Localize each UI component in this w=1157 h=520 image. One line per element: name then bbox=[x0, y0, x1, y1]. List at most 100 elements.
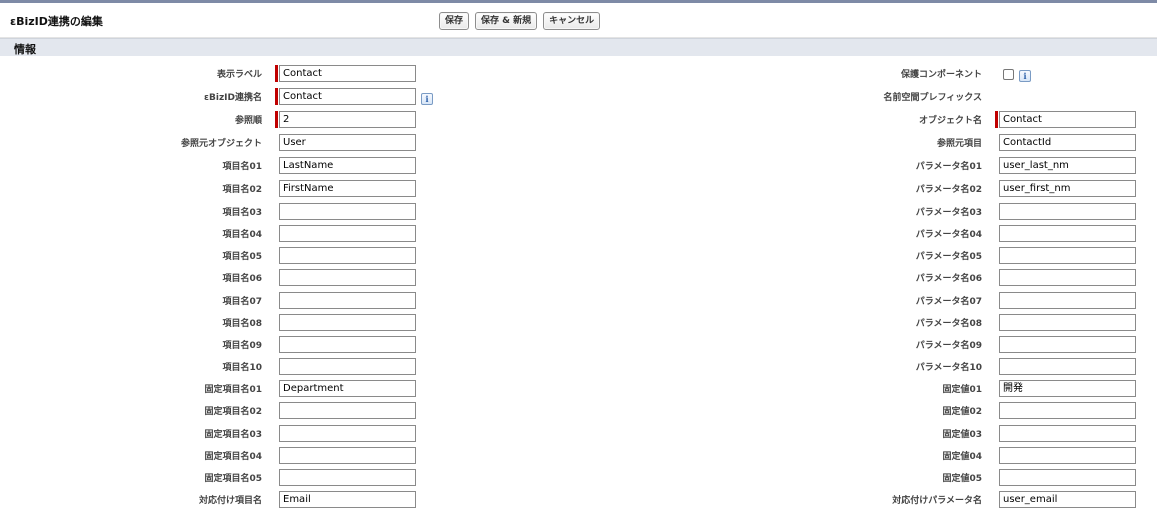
fixed-value-input[interactable] bbox=[999, 425, 1136, 442]
fixed-value-input[interactable] bbox=[999, 447, 1136, 464]
mapping-item-name-input[interactable]: Email bbox=[279, 491, 416, 508]
reference-order-label: 参照順 bbox=[234, 116, 262, 126]
info-icon[interactable]: i bbox=[1019, 70, 1031, 82]
page-title: εBizID連携の編集 bbox=[10, 15, 103, 28]
button-group: 保存 保存 & 新規 キャンセル bbox=[439, 12, 601, 30]
fixed-item-name-input[interactable]: Department bbox=[279, 380, 416, 397]
item-name-label: 項目名07 bbox=[222, 297, 262, 307]
fixed-row: 固定項目名01 Department 固定値01 開発 bbox=[0, 377, 1157, 399]
fixed-value-label: 固定値05 bbox=[942, 474, 982, 484]
param-name-input[interactable] bbox=[999, 358, 1136, 375]
item-name-label: 項目名06 bbox=[222, 274, 262, 284]
page-header: εBizID連携の編集 保存 保存 & 新規 キャンセル bbox=[0, 3, 1157, 38]
item-name-label: 項目名10 bbox=[222, 363, 262, 373]
item-row: 項目名02 FirstName パラメータ名02 user_first_nm bbox=[0, 177, 1157, 199]
section-header: 情報 bbox=[0, 38, 1157, 56]
param-name-label: パラメータ名03 bbox=[915, 208, 982, 218]
required-marker bbox=[995, 111, 998, 128]
save-button[interactable]: 保存 bbox=[439, 12, 470, 30]
param-name-label: パラメータ名02 bbox=[915, 185, 982, 195]
item-name-label: 項目名01 bbox=[222, 162, 262, 172]
item-name-label: 項目名03 bbox=[222, 208, 262, 218]
fixed-item-name-label: 固定項目名01 bbox=[204, 385, 262, 395]
form-row: 参照順 2 オブジェクト名 Contact bbox=[0, 108, 1157, 130]
item-row: 項目名06 パラメータ名06 bbox=[0, 266, 1157, 288]
param-name-input[interactable] bbox=[999, 292, 1136, 309]
item-name-label: 項目名02 bbox=[222, 185, 262, 195]
item-name-input[interactable] bbox=[279, 247, 416, 264]
item-row: 項目名05 パラメータ名05 bbox=[0, 244, 1157, 266]
param-name-input[interactable] bbox=[999, 336, 1136, 353]
display-label-label: 表示ラベル bbox=[216, 70, 262, 80]
fixed-item-name-input[interactable] bbox=[279, 425, 416, 442]
save-new-button[interactable]: 保存 & 新規 bbox=[475, 12, 538, 30]
fixed-item-name-label: 固定項目名04 bbox=[204, 452, 262, 462]
info-icon[interactable]: i bbox=[421, 93, 433, 105]
item-name-input[interactable] bbox=[279, 203, 416, 220]
fixed-item-name-label: 固定項目名02 bbox=[204, 407, 262, 417]
mapping-param-name-label: 対応付けパラメータ名 bbox=[892, 496, 982, 506]
fixed-value-label: 固定値01 bbox=[942, 385, 982, 395]
param-name-label: パラメータ名01 bbox=[915, 162, 982, 172]
item-row: 項目名08 パラメータ名08 bbox=[0, 311, 1157, 333]
cancel-button[interactable]: キャンセル bbox=[543, 12, 601, 30]
link-name-label: εBizID連携名 bbox=[203, 93, 262, 103]
item-row: 項目名07 パラメータ名07 bbox=[0, 289, 1157, 311]
param-name-input[interactable]: user_last_nm bbox=[999, 157, 1136, 174]
source-object-input[interactable]: User bbox=[279, 134, 416, 151]
mapping-param-name-input[interactable]: user_email bbox=[999, 491, 1136, 508]
form-row: 参照元オブジェクト User 参照元項目 ContactId bbox=[0, 131, 1157, 153]
fixed-item-name-input[interactable] bbox=[279, 402, 416, 419]
fixed-value-label: 固定値04 bbox=[942, 452, 982, 462]
param-name-input[interactable]: user_first_nm bbox=[999, 180, 1136, 197]
link-name-input[interactable]: Contact bbox=[279, 88, 416, 105]
display-label-input[interactable]: Contact bbox=[279, 65, 416, 82]
item-row: 項目名03 パラメータ名03 bbox=[0, 200, 1157, 222]
mapping-item-name-label: 対応付け項目名 bbox=[198, 496, 262, 506]
param-name-input[interactable] bbox=[999, 269, 1136, 286]
source-field-label: 参照元項目 bbox=[936, 139, 982, 149]
param-name-input[interactable] bbox=[999, 247, 1136, 264]
fixed-item-name-input[interactable] bbox=[279, 469, 416, 486]
item-name-input[interactable] bbox=[279, 292, 416, 309]
object-name-input[interactable]: Contact bbox=[999, 111, 1136, 128]
source-object-label: 参照元オブジェクト bbox=[180, 139, 262, 149]
item-name-input[interactable]: FirstName bbox=[279, 180, 416, 197]
form-row: 表示ラベル Contact 保護コンポーネント i bbox=[0, 62, 1157, 84]
param-name-label: パラメータ名07 bbox=[915, 297, 982, 307]
protected-component-label: 保護コンポーネント bbox=[900, 70, 982, 80]
param-name-label: パラメータ名09 bbox=[915, 341, 982, 351]
param-name-input[interactable] bbox=[999, 225, 1136, 242]
item-name-input[interactable] bbox=[279, 336, 416, 353]
fixed-value-input[interactable] bbox=[999, 402, 1136, 419]
item-row: 項目名09 パラメータ名09 bbox=[0, 333, 1157, 355]
fixed-value-label: 固定値03 bbox=[942, 430, 982, 440]
item-name-input[interactable] bbox=[279, 269, 416, 286]
item-row: 項目名01 LastName パラメータ名01 user_last_nm bbox=[0, 154, 1157, 176]
fixed-row: 固定項目名02 固定値02 bbox=[0, 399, 1157, 421]
fixed-value-input[interactable] bbox=[999, 469, 1136, 486]
param-name-input[interactable] bbox=[999, 203, 1136, 220]
param-name-input[interactable] bbox=[999, 314, 1136, 331]
item-name-input[interactable] bbox=[279, 225, 416, 242]
reference-order-input[interactable]: 2 bbox=[279, 111, 416, 128]
param-name-label: パラメータ名10 bbox=[915, 363, 982, 373]
fixed-row: 固定項目名05 固定値05 bbox=[0, 466, 1157, 488]
item-name-input[interactable]: LastName bbox=[279, 157, 416, 174]
param-name-label: パラメータ名05 bbox=[915, 252, 982, 262]
fixed-item-name-input[interactable] bbox=[279, 447, 416, 464]
item-name-input[interactable] bbox=[279, 358, 416, 375]
protected-component-checkbox[interactable] bbox=[1003, 69, 1014, 80]
required-marker bbox=[275, 65, 278, 82]
item-name-label: 項目名05 bbox=[222, 252, 262, 262]
required-marker bbox=[275, 88, 278, 105]
source-field-input[interactable]: ContactId bbox=[999, 134, 1136, 151]
fixed-row: 固定項目名04 固定値04 bbox=[0, 444, 1157, 466]
item-name-label: 項目名04 bbox=[222, 230, 262, 240]
item-name-input[interactable] bbox=[279, 314, 416, 331]
object-name-label: オブジェクト名 bbox=[918, 116, 982, 126]
fixed-value-input[interactable]: 開発 bbox=[999, 380, 1136, 397]
param-name-label: パラメータ名04 bbox=[915, 230, 982, 240]
fixed-row: 固定項目名03 固定値03 bbox=[0, 422, 1157, 444]
item-row: 項目名04 パラメータ名04 bbox=[0, 222, 1157, 244]
